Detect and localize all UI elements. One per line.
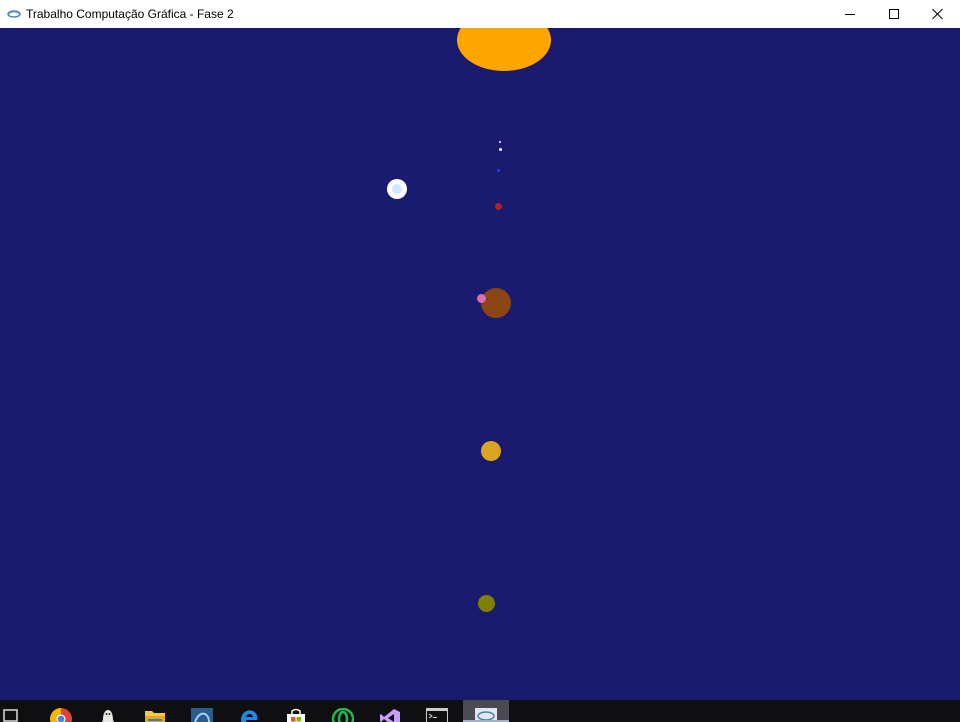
title-bar[interactable]: Trabalho Computação Gráfica - Fase 2 [0,0,960,28]
minimize-icon [845,13,855,15]
terminal-button[interactable] [414,700,460,722]
maximize-button[interactable] [872,0,916,28]
mysql-workbench-button[interactable] [179,700,225,722]
planet-blue [496,168,500,172]
task-view-button[interactable] [0,700,34,722]
visual-studio-icon [380,709,400,722]
glut-icon [5,5,23,23]
file-explorer-icon [145,711,165,722]
star-small-2 [498,148,502,151]
render-canvas[interactable] [0,28,960,700]
linux-penguin-icon [102,710,114,722]
glut-app-button[interactable] [463,700,509,722]
app-window: Trabalho Computação Gráfica - Fase 2 [0,0,960,700]
file-explorer-button[interactable] [132,700,178,722]
window-controls [828,0,960,28]
moon-pink [477,294,486,303]
planet-brown [481,288,511,318]
star-small-1 [499,141,501,143]
planet-olive [478,595,495,612]
maximize-icon [889,9,899,19]
taskbar [0,700,960,722]
visual-studio-button[interactable] [367,700,413,722]
window-title: Trabalho Computação Gráfica - Fase 2 [26,7,234,21]
close-button[interactable] [916,0,960,28]
planet-goldenrod [481,441,501,461]
close-icon [932,8,944,20]
edge-icon [241,710,258,722]
minimize-button[interactable] [828,0,872,28]
chrome-button[interactable] [38,700,84,722]
planet-red [495,203,502,210]
terminal-icon [426,708,448,722]
opera-button[interactable] [320,700,366,722]
store-button[interactable] [273,700,319,722]
opera-icon [332,708,354,722]
chrome-icon [50,708,72,722]
task-view-icon [3,709,18,722]
glut-app-icon [475,708,497,722]
linux-penguin-button[interactable] [85,700,131,722]
mysql-workbench-icon [191,708,213,722]
moon-white-core [392,184,402,194]
edge-button[interactable] [226,700,272,722]
sun [457,28,551,71]
store-icon [287,708,305,722]
